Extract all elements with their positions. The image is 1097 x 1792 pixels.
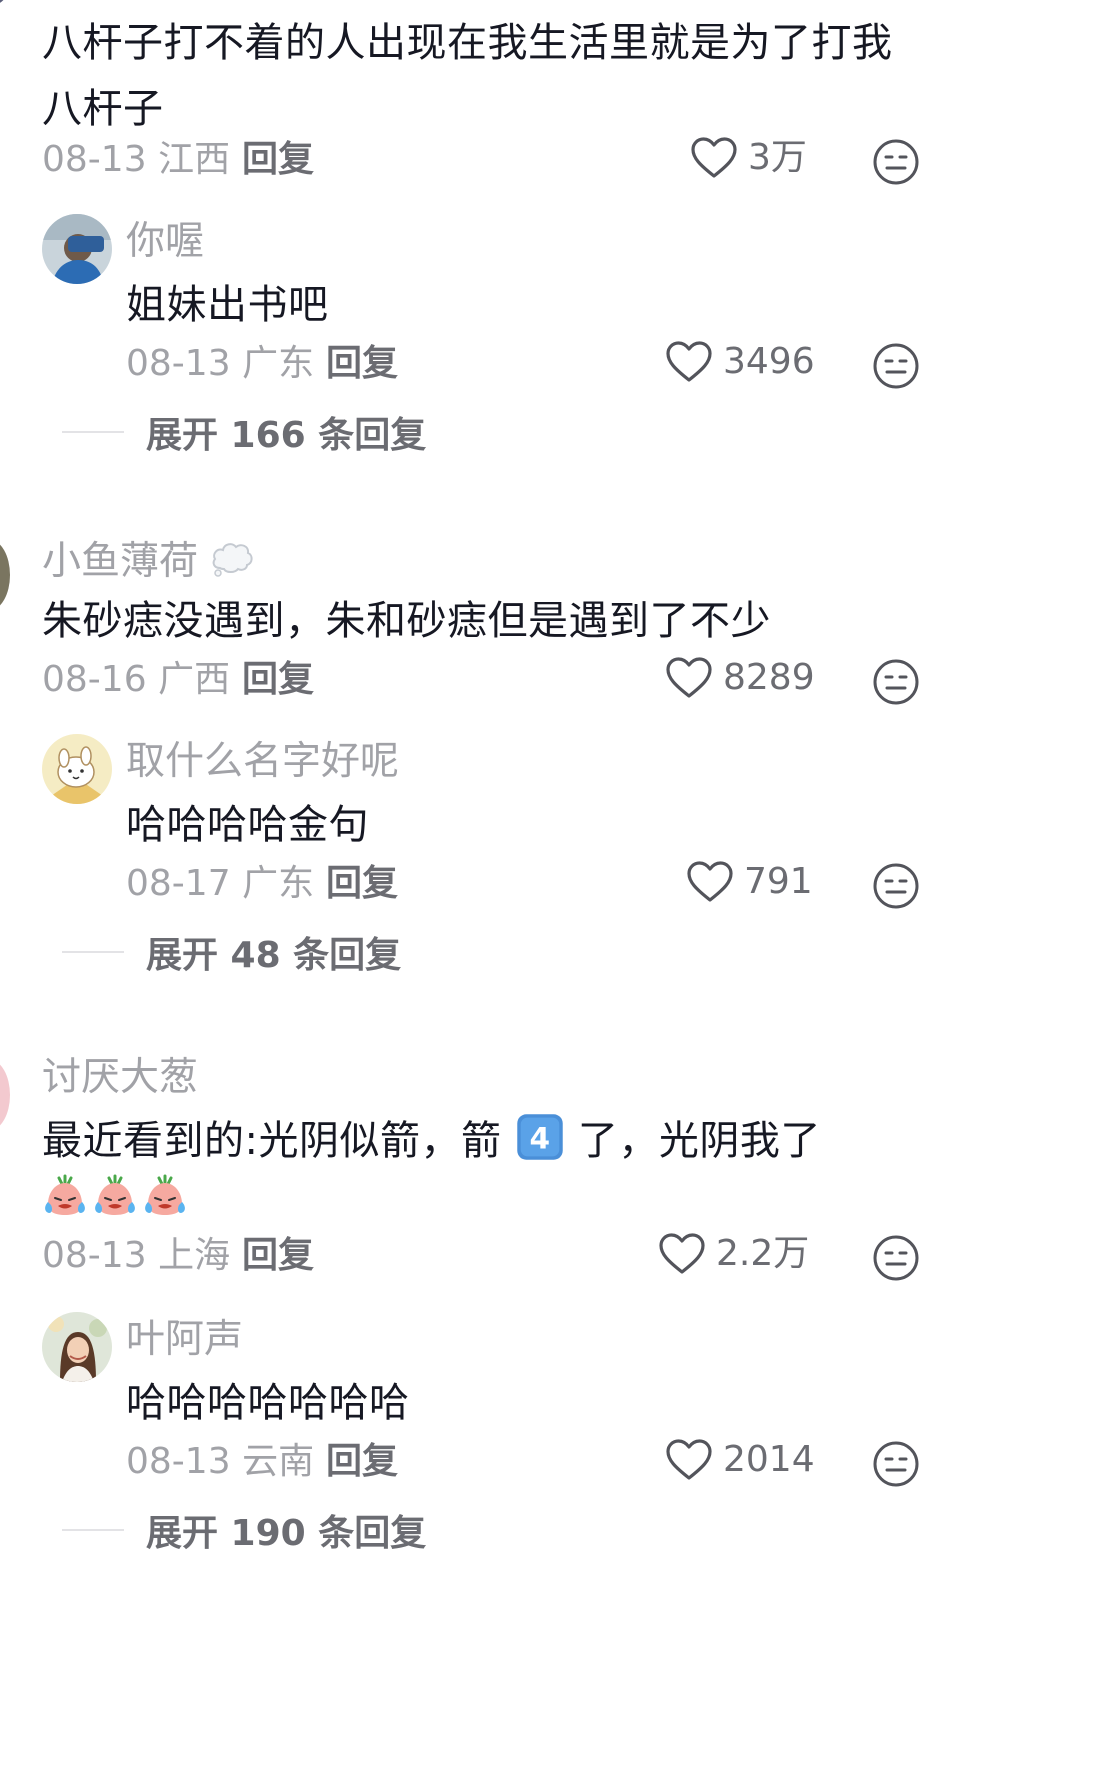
- avatar-image: [42, 734, 112, 804]
- like-count: 791: [744, 861, 813, 902]
- reply-meta: 08-13 云南: [126, 1444, 314, 1480]
- expand-replies-label: 展开 166 条回复: [146, 415, 427, 456]
- like-count: 3496: [723, 341, 815, 382]
- reply-button[interactable]: 回复: [326, 346, 398, 382]
- reply-button[interactable]: 回复: [326, 866, 398, 902]
- like-count: 2014: [723, 1439, 815, 1480]
- neutral-face-icon[interactable]: [870, 340, 922, 392]
- avatar[interactable]: [0, 540, 10, 610]
- avatar[interactable]: [0, 1060, 10, 1130]
- comment-text: 最近看到的:光阴似箭，箭 4 了，光阴我了: [42, 1108, 821, 1174]
- reply-username[interactable]: 叶阿声: [126, 1320, 243, 1359]
- heart-outline-icon: [659, 1233, 705, 1274]
- expand-replies-button[interactable]: 展开 48 条回复: [62, 926, 401, 978]
- expand-replies-button[interactable]: 展开 190 条回复: [62, 1504, 426, 1556]
- reply-button[interactable]: 回复: [326, 1444, 398, 1480]
- comment-text-part: 了，光阴我了: [577, 1118, 821, 1164]
- like-button[interactable]: 3496: [665, 340, 815, 384]
- reply-username[interactable]: 你喔: [126, 222, 204, 261]
- comment-location: 广西: [158, 659, 231, 700]
- emoji-row: [42, 1172, 188, 1218]
- neutral-face-icon[interactable]: [870, 136, 922, 188]
- like-button[interactable]: 791: [686, 860, 813, 904]
- reply-date: 08-13: [126, 1441, 231, 1482]
- avatar[interactable]: [42, 1312, 112, 1382]
- divider: [62, 1529, 124, 1531]
- cloud-emoji: [213, 543, 254, 577]
- heart-outline-icon: [691, 137, 737, 178]
- expand-replies-button[interactable]: 展开 166 条回复: [62, 406, 426, 458]
- comment-text: 朱砂痣没遇到，朱和砂痣但是遇到了不少: [42, 598, 771, 644]
- heart-outline-icon: [666, 657, 712, 698]
- reply-text: 哈哈哈哈金句: [126, 802, 369, 848]
- neutral-face-icon[interactable]: [870, 656, 922, 708]
- crying-face-emoji: [45, 1174, 85, 1215]
- comment-meta: 08-13 上海: [42, 1238, 230, 1274]
- expand-replies-label: 展开 190 条回复: [146, 1513, 427, 1554]
- like-button[interactable]: 8289: [665, 656, 815, 700]
- heart-outline-icon: [666, 341, 712, 382]
- expand-replies-label: 展开 48 条回复: [146, 935, 402, 976]
- heart-outline-icon: [666, 1439, 712, 1480]
- username-text: 小鱼薄荷: [42, 539, 199, 584]
- avatar-image: [42, 214, 112, 284]
- neutral-face-icon[interactable]: [870, 1438, 922, 1490]
- reply-text: 姐妹出书吧: [126, 282, 329, 328]
- neutral-face-icon[interactable]: [870, 860, 922, 912]
- comment-username[interactable]: 讨厌大葱: [42, 1058, 198, 1097]
- avatar-image: [42, 1312, 112, 1382]
- comment-list: 八杆子打不着的人出现在我生活里就是为了打我八杆子 08-13 江西 回复 3万: [0, 0, 1097, 1792]
- reply-date: 08-13: [126, 343, 231, 384]
- heart-outline-icon: [687, 861, 733, 902]
- comment-username[interactable]: 小鱼薄荷: [42, 538, 254, 581]
- comment-date: 08-13: [42, 139, 147, 180]
- divider: [62, 951, 124, 953]
- comment-location: 江西: [158, 139, 231, 180]
- reply-button[interactable]: 回复: [242, 142, 314, 178]
- reply-button[interactable]: 回复: [242, 662, 314, 698]
- avatar[interactable]: [0, 0, 10, 6]
- neutral-face-icon[interactable]: [870, 1232, 922, 1284]
- reply-location: 广东: [242, 343, 315, 384]
- like-count: 8289: [723, 657, 815, 698]
- comment-text-part: 最近看到的:光阴似箭，箭: [42, 1118, 502, 1164]
- keycap-4-emoji: 4: [516, 1114, 563, 1160]
- like-count: 2.2万: [716, 1233, 810, 1274]
- reply-location: 广东: [242, 863, 315, 904]
- comment-date: 08-16: [42, 659, 147, 700]
- reply-location: 云南: [242, 1441, 315, 1482]
- reply-text: 哈哈哈哈哈哈哈: [126, 1380, 410, 1426]
- like-count: 3万: [748, 137, 807, 178]
- like-button[interactable]: 2.2万: [658, 1232, 809, 1276]
- reply-username[interactable]: 取什么名字好呢: [126, 742, 399, 781]
- reply-date: 08-17: [126, 863, 231, 904]
- svg-text:4: 4: [529, 1121, 550, 1155]
- avatar[interactable]: [42, 734, 112, 804]
- avatar[interactable]: [42, 214, 112, 284]
- comment-meta: 08-16 广西: [42, 662, 230, 698]
- comment-meta: 08-13 江西: [42, 142, 230, 178]
- crying-face-emoji: [95, 1174, 135, 1215]
- crying-face-emoji: [145, 1174, 185, 1215]
- divider: [62, 431, 124, 433]
- like-button[interactable]: 3万: [690, 136, 807, 180]
- reply-meta: 08-13 广东: [126, 346, 314, 382]
- reply-button[interactable]: 回复: [242, 1238, 314, 1274]
- comment-text: 八杆子打不着的人出现在我生活里就是为了打我八杆子: [42, 20, 893, 132]
- comment-location: 上海: [158, 1235, 231, 1276]
- comment-date: 08-13: [42, 1235, 147, 1276]
- like-button[interactable]: 2014: [665, 1438, 815, 1482]
- reply-meta: 08-17 广东: [126, 866, 314, 902]
